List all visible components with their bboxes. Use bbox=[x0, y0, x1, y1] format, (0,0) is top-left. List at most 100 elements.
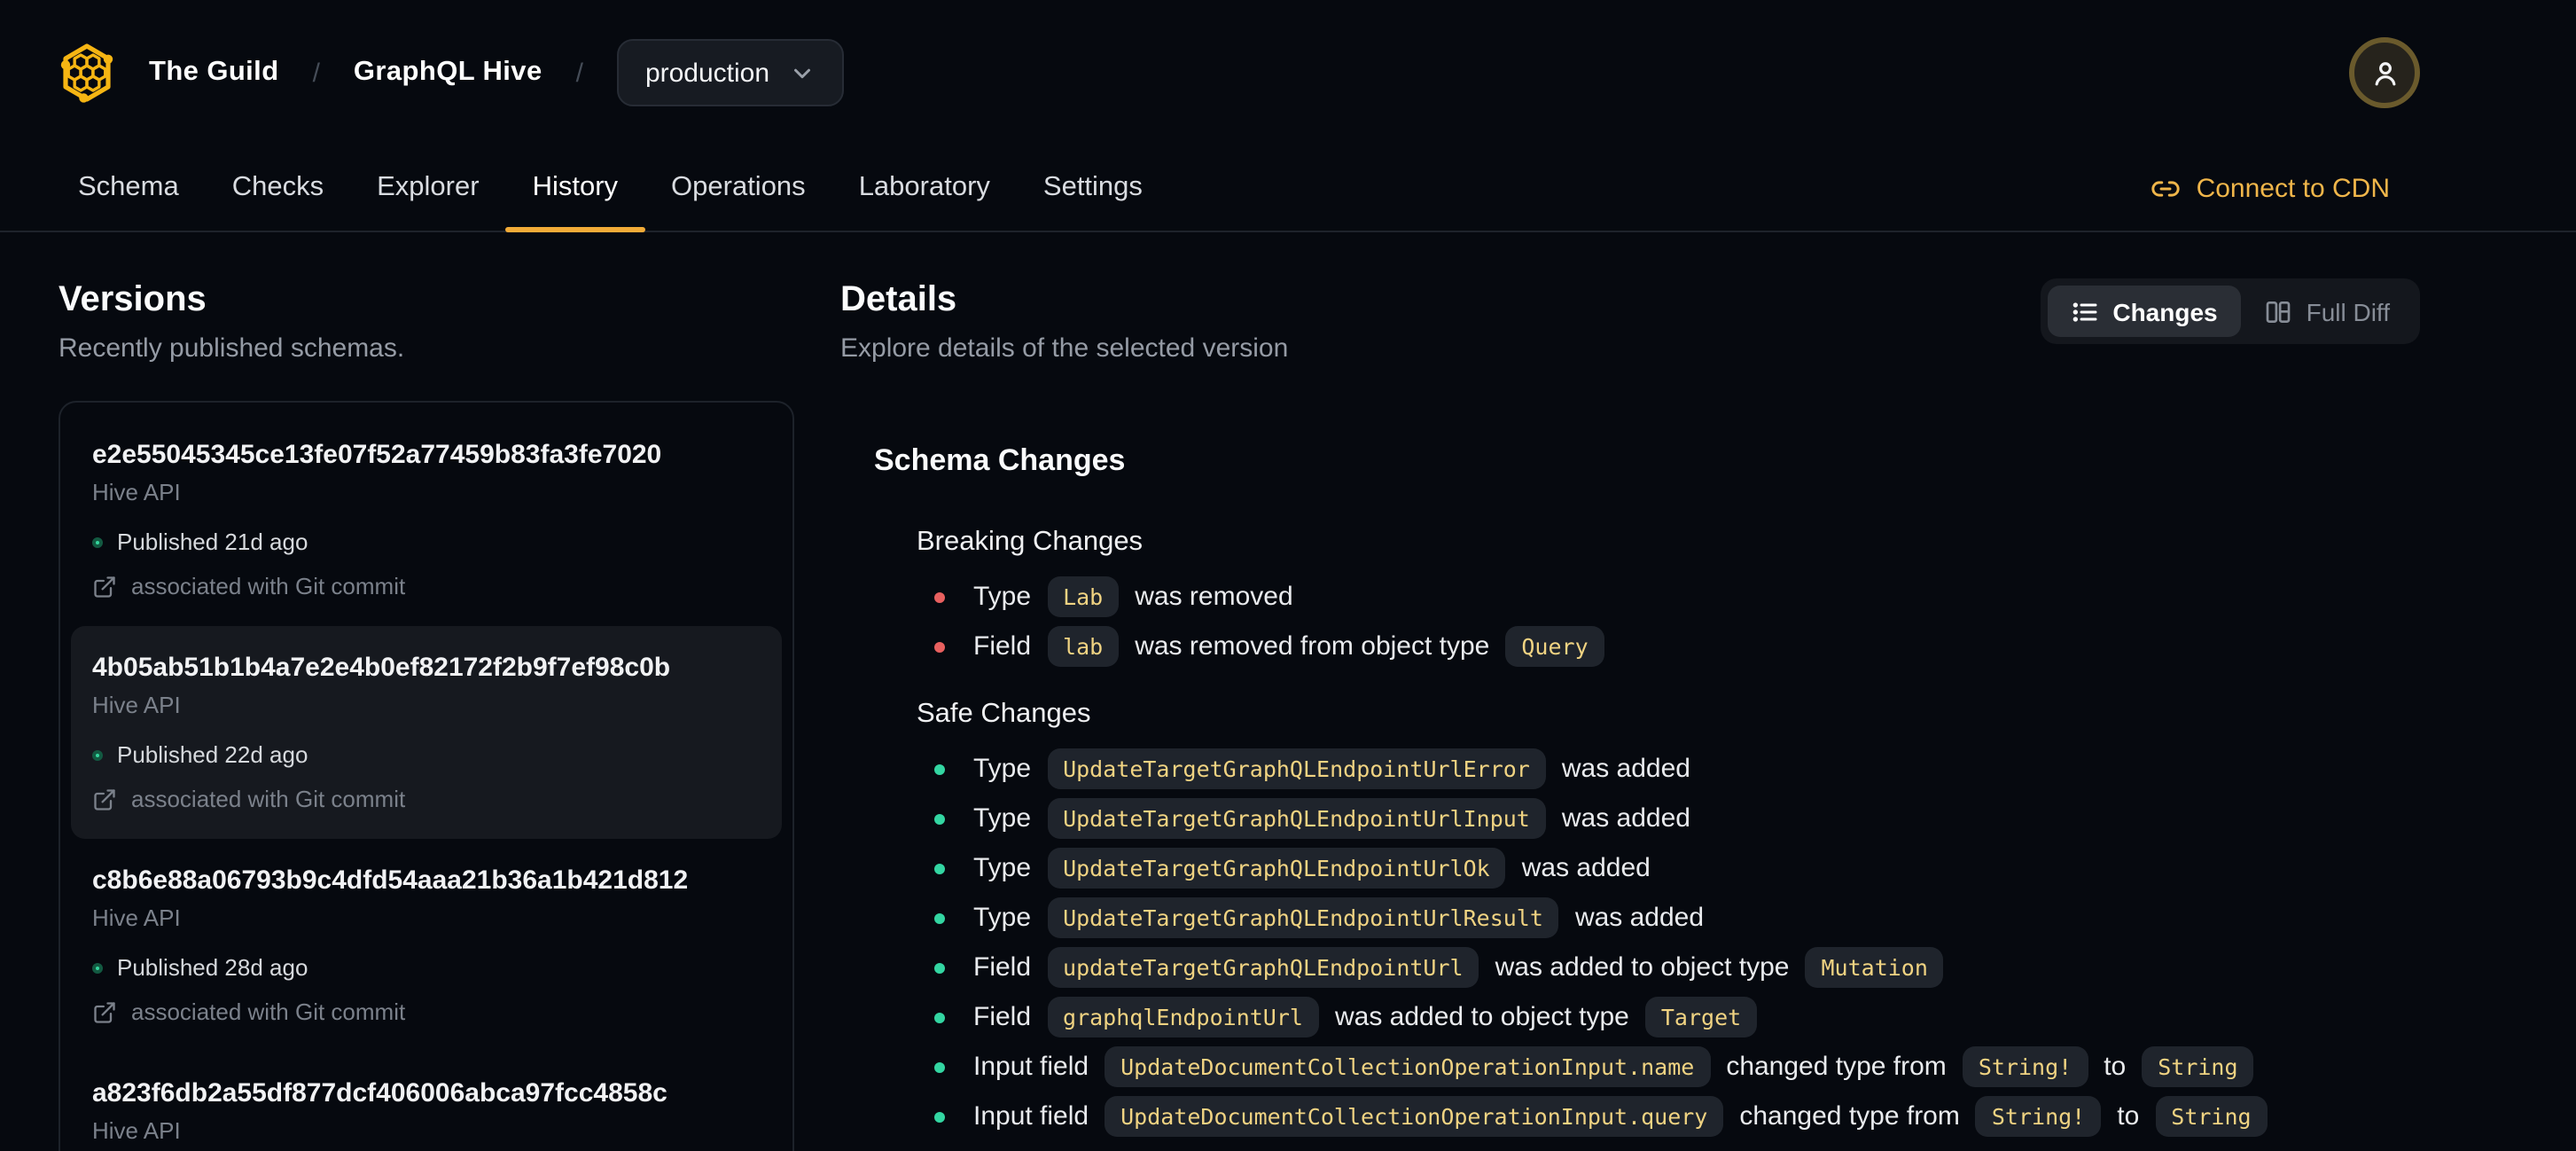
change-group-breaking: Breaking Changes Type Lab was removed Field l… bbox=[917, 525, 2420, 667]
change-bullet-icon bbox=[934, 641, 945, 652]
change-bullet-icon bbox=[934, 962, 945, 973]
change-text: to bbox=[2117, 1100, 2140, 1131]
version-git-label: associated with Git commit bbox=[131, 573, 406, 599]
change-rows: Type UpdateTargetGraphQLEndpointUrlError w… bbox=[917, 748, 2420, 1137]
change-group-title: Breaking Changes bbox=[917, 527, 1144, 557]
details-subtitle: Explore details of the selected version bbox=[840, 333, 1289, 364]
code-chip: String! bbox=[1962, 1046, 2088, 1087]
change-group-title: Safe Changes bbox=[917, 699, 1091, 729]
schema-changes-section: Schema Changes Breaking Changes Type Lab wa… bbox=[840, 442, 2420, 1137]
version-hash: c8b6e88a06793b9c4dfd54aaa21b36a1b421d812 bbox=[92, 865, 689, 896]
published-dot-icon bbox=[92, 749, 103, 760]
change-row: Input field UpdateDocumentCollectionOpera… bbox=[917, 1096, 2420, 1137]
change-row: Type UpdateTargetGraphQLEndpointUrlInput w… bbox=[917, 798, 2420, 839]
change-bullet-icon bbox=[934, 1012, 945, 1022]
version-git-link[interactable]: associated with Git commit bbox=[92, 784, 761, 814]
version-git-link[interactable]: associated with Git commit bbox=[92, 571, 761, 601]
external-link-icon bbox=[92, 574, 117, 599]
version-item[interactable]: e2e55045345ce13fe07f52a77459b83fa3fe7020… bbox=[71, 413, 782, 626]
change-text: Field bbox=[973, 1001, 1032, 1031]
change-bullet-icon bbox=[934, 863, 945, 873]
hive-logo-icon[interactable] bbox=[59, 43, 115, 103]
version-git-link[interactable]: associated with Git commit bbox=[92, 997, 761, 1027]
change-group-safe: Safe Changes Type UpdateTargetGraphQLEndpo… bbox=[917, 697, 2420, 1137]
change-text: was added bbox=[1561, 753, 1690, 783]
breadcrumb-org[interactable]: The Guild bbox=[149, 57, 279, 89]
connect-to-cdn-button[interactable]: Connect to CDN bbox=[2151, 145, 2390, 231]
change-row: Type UpdateTargetGraphQLEndpointUrlError w… bbox=[917, 748, 2420, 789]
change-text: Field bbox=[973, 951, 1032, 982]
chevron-down-icon bbox=[789, 59, 816, 86]
version-item[interactable]: a823f6db2a55df877dcf406006abca97fcc4858c… bbox=[71, 1052, 782, 1151]
versions-title: Versions bbox=[59, 280, 207, 319]
toggle-full-diff[interactable]: Full Diff bbox=[2241, 286, 2413, 337]
change-text: was added to object type bbox=[1334, 1001, 1629, 1031]
tab-checks[interactable]: Checks bbox=[206, 145, 350, 231]
breadcrumb-separator: / bbox=[312, 58, 320, 88]
link-icon bbox=[2151, 173, 2181, 203]
toggle-changes[interactable]: Changes bbox=[2047, 286, 2241, 337]
tab-explorer[interactable]: Explorer bbox=[350, 145, 505, 231]
code-chip: lab bbox=[1047, 626, 1120, 667]
version-service: Hive API bbox=[92, 479, 181, 505]
change-bullet-icon bbox=[934, 1111, 945, 1122]
code-chip: UpdateTargetGraphQLEndpointUrlResult bbox=[1047, 897, 1559, 938]
change-text: changed type from bbox=[1739, 1100, 1960, 1131]
tab-schema[interactable]: Schema bbox=[51, 145, 206, 231]
version-published-label: Published 28d ago bbox=[117, 954, 308, 981]
breadcrumb-project[interactable]: GraphQL Hive bbox=[354, 57, 543, 89]
toggle-changes-label: Changes bbox=[2112, 297, 2218, 325]
change-bullet-icon bbox=[934, 591, 945, 602]
version-status: Published 28d ago bbox=[92, 952, 761, 983]
connect-to-cdn-label: Connect to CDN bbox=[2196, 173, 2390, 203]
version-item[interactable]: c8b6e88a06793b9c4dfd54aaa21b36a1b421d812… bbox=[71, 839, 782, 1052]
code-chip: Query bbox=[1505, 626, 1604, 667]
tab-operations[interactable]: Operations bbox=[644, 145, 832, 231]
hive-app: The Guild / GraphQL Hive / production Sc… bbox=[0, 0, 2576, 1151]
code-chip: UpdateDocumentCollectionOperationInput.q… bbox=[1105, 1096, 1724, 1137]
change-row: Input field UpdateDocumentCollectionOpera… bbox=[917, 1046, 2420, 1087]
change-text: Input field bbox=[973, 1100, 1089, 1131]
code-chip: UpdateTargetGraphQLEndpointUrlInput bbox=[1047, 798, 1546, 839]
tab-history[interactable]: History bbox=[505, 145, 645, 232]
app-header: The Guild / GraphQL Hive / production Sc… bbox=[0, 0, 2576, 232]
change-text: changed type from bbox=[1726, 1051, 1947, 1081]
tab-laboratory[interactable]: Laboratory bbox=[832, 145, 1017, 231]
change-text: Type bbox=[973, 581, 1032, 611]
published-dot-icon bbox=[92, 536, 103, 547]
versions-subtitle: Recently published schemas. bbox=[59, 333, 405, 364]
change-row: Field graphqlEndpointUrl was added to obje… bbox=[917, 997, 2420, 1037]
change-bullet-icon bbox=[934, 813, 945, 824]
external-link-icon bbox=[92, 999, 117, 1024]
change-bullet-icon bbox=[934, 763, 945, 774]
change-groups: Breaking Changes Type Lab was removed Field l… bbox=[874, 525, 2420, 1137]
change-text: Type bbox=[973, 902, 1032, 932]
tab-settings[interactable]: Settings bbox=[1017, 145, 1169, 231]
code-chip: UpdateDocumentCollectionOperationInput.n… bbox=[1105, 1046, 1711, 1087]
change-text: was added bbox=[1561, 803, 1690, 833]
schema-changes-title: Schema Changes bbox=[874, 443, 1126, 477]
change-text: was added to object type bbox=[1495, 951, 1790, 982]
columns-icon bbox=[2264, 297, 2292, 325]
list-icon bbox=[2070, 297, 2098, 325]
breadcrumb-separator: / bbox=[575, 58, 583, 88]
change-text: Type bbox=[973, 852, 1032, 882]
version-service: Hive API bbox=[92, 1117, 181, 1144]
history-page: Versions Recently published schemas. e2e… bbox=[0, 232, 2576, 1151]
change-row: Type UpdateTargetGraphQLEndpointUrlResult… bbox=[917, 897, 2420, 938]
version-hash: 4b05ab51b1b4a7e2e4b0ef82172f2b9f7ef98c0b bbox=[92, 653, 671, 683]
version-service: Hive API bbox=[92, 692, 181, 718]
change-text: Field bbox=[973, 630, 1032, 661]
change-text: Input field bbox=[973, 1051, 1089, 1081]
code-chip: String! bbox=[1975, 1096, 2102, 1137]
user-menu-button[interactable] bbox=[2349, 37, 2420, 108]
toggle-full-diff-label: Full Diff bbox=[2306, 297, 2390, 325]
change-row: Field updateTargetGraphQLEndpointUrl was a… bbox=[917, 947, 2420, 988]
version-list: e2e55045345ce13fe07f52a77459b83fa3fe7020… bbox=[59, 401, 794, 1151]
breadcrumb: The Guild / GraphQL Hive / production bbox=[0, 0, 2576, 145]
version-item[interactable]: 4b05ab51b1b4a7e2e4b0ef82172f2b9f7ef98c0b… bbox=[71, 626, 782, 839]
change-text: was added bbox=[1521, 852, 1651, 882]
target-selector[interactable]: production bbox=[616, 39, 845, 106]
version-git-label: associated with Git commit bbox=[131, 786, 406, 812]
change-text: was removed from object type bbox=[1135, 630, 1490, 661]
